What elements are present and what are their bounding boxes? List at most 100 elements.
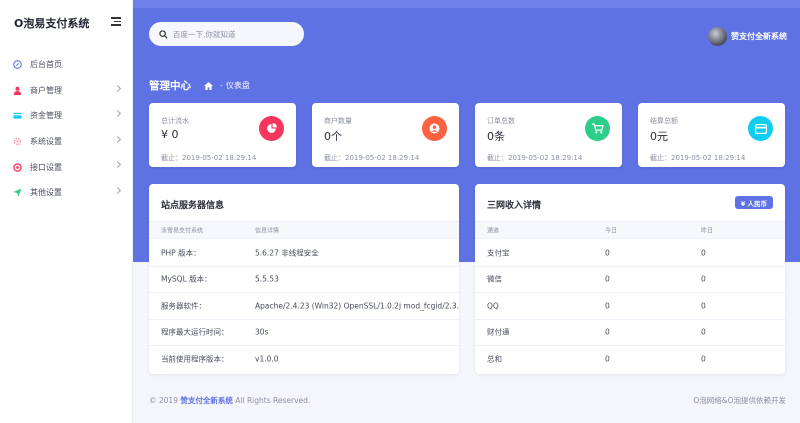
table-row: 支付宝 0 0: [475, 240, 785, 267]
server-header-col-2: 信息详情: [255, 227, 280, 235]
table-row: 程序最大运行时间： 30s: [149, 320, 459, 346]
stat-label: 商户数量: [324, 117, 352, 125]
stat-value: 0元: [650, 130, 668, 143]
server-info-value: 30s: [255, 327, 269, 337]
stat-value: ¥ 0: [161, 128, 179, 141]
breadcrumb: - 仪表盘: [204, 80, 250, 91]
income-channel: 支付宝: [487, 248, 510, 258]
server-info-value: Apache/2.4.23 (Win32) OpenSSL/1.0.2j mod…: [255, 301, 459, 311]
stat-label: 总计流水: [161, 117, 189, 125]
breadcrumb-current: 仪表盘: [225, 81, 250, 90]
income-header-channel: 通道: [487, 227, 500, 235]
income-header-today: 今日: [605, 227, 618, 235]
wallet-icon: [748, 116, 773, 141]
chevron-right-icon: [113, 186, 122, 195]
search-icon: [159, 29, 168, 39]
income-header-yesterday: 昨日: [701, 227, 714, 235]
income-today: 0: [605, 354, 610, 364]
stat-timestamp: 截止：2019-05-02 18:29:14: [487, 154, 583, 162]
income-today: 0: [605, 301, 610, 311]
server-info-title: 站点服务器信息: [161, 201, 225, 211]
table-row: 总和 0 0: [475, 346, 785, 373]
sidebar-item-label: 后台首页: [30, 60, 62, 70]
stat-timestamp: 截止：2019-05-02 18:29:14: [324, 154, 420, 162]
table-row: PHP 版本： 5.6.27 非线程安全: [149, 240, 459, 267]
user-menu[interactable]: 赞支付全新系统: [708, 27, 787, 46]
gear-icon: [13, 137, 22, 146]
sidebar-item-label: 资金管理: [30, 111, 62, 121]
sidebar-item-user[interactable]: 商户管理: [0, 78, 133, 104]
send-icon: [13, 188, 22, 197]
stat-label: 订单总数: [487, 117, 515, 125]
table-row: 微信 0 0: [475, 267, 785, 293]
server-info-key: 程序最大运行时间：: [161, 327, 229, 337]
footer-brand-link[interactable]: 赞支付全新系统: [180, 396, 233, 405]
menu-toggle-icon[interactable]: [111, 17, 121, 26]
server-info-key: MySQL 版本：: [161, 274, 212, 284]
table-row: 服务器软件： Apache/2.4.23 (Win32) OpenSSL/1.0.…: [149, 293, 459, 320]
server-table-header: 泳雪易支付系统 信息详情: [149, 221, 459, 239]
chevron-right-icon: [113, 135, 122, 143]
sidebar-item-label: 其他设置: [30, 188, 62, 198]
income-yesterday: 0: [701, 301, 706, 311]
compass-icon: [13, 60, 22, 70]
chevron-right-icon: [113, 84, 122, 92]
footer-copyright-prefix: © 2019: [149, 396, 178, 405]
income-panel: 三网收入详情 ¥ 人民币 通道 今日 昨日 支付宝 0 0 微信 0 0 QQ 0 0 财付通 0 0…: [475, 184, 785, 374]
stat-card: 总计流水 ¥ 0 截止：2019-05-02 18:29:14: [149, 103, 296, 167]
pie-chart-icon: [259, 116, 284, 141]
server-info-key: PHP 版本：: [161, 248, 201, 258]
stat-timestamp: 截止：2019-05-02 18:29:14: [650, 154, 746, 162]
search-input[interactable]: [173, 29, 293, 39]
cart-icon: [585, 116, 610, 141]
home-icon[interactable]: [204, 81, 213, 90]
user-icon: [13, 86, 22, 95]
sidebar-nav: 后台首页商户管理资金管理系统设置 接口设置其他设置: [0, 52, 133, 206]
income-title: 三网收入详情: [487, 201, 542, 211]
income-yesterday: 0: [701, 327, 706, 337]
income-table-header: 通道 今日 昨日: [475, 221, 785, 239]
income-yesterday: 0: [701, 248, 706, 258]
server-info-panel: 站点服务器信息 泳雪易支付系统 信息详情 PHP 版本： 5.6.27 非线程安全…: [149, 184, 459, 374]
sidebar-item-card[interactable]: 资金管理: [0, 103, 133, 129]
chevron-right-icon: [113, 110, 122, 118]
income-channel: 微信: [487, 274, 502, 284]
plug-icon: [13, 162, 22, 172]
stat-value: 0条: [487, 130, 505, 143]
income-yesterday: 0: [701, 354, 706, 364]
income-channel: QQ: [487, 301, 499, 311]
sidebar: O泡易支付系统 后台首页 商户管理 资金管理 系统设置 接口设置 其他设置: [0, 0, 133, 423]
table-row: QQ 0 0: [475, 293, 785, 320]
currency-rmb-button[interactable]: ¥ 人民币: [734, 196, 773, 209]
table-row: MySQL 版本： 5.5.53: [149, 267, 459, 293]
income-today: 0: [605, 327, 610, 337]
search-box[interactable]: [149, 22, 304, 46]
header-top-stripe: [133, 0, 800, 8]
income-channel: 财付通: [487, 327, 510, 337]
sidebar-item-gear[interactable]: 系统设置: [0, 129, 133, 155]
footer-copyright-suffix: All Rights Reserved.: [235, 396, 311, 405]
avatar[interactable]: [708, 27, 727, 46]
income-yesterday: 0: [701, 274, 706, 284]
stat-label: 结算总额: [650, 117, 678, 125]
stat-timestamp: 截止：2019-05-02 18:29:14: [161, 154, 257, 162]
server-info-value: 5.6.27 非线程安全: [255, 248, 319, 258]
card-icon: [13, 111, 22, 120]
chevron-right-icon: [113, 161, 122, 169]
server-info-key: 服务器软件：: [161, 301, 206, 311]
server-info-key: 当前使用程序版本：: [161, 354, 229, 364]
sidebar-item-plug[interactable]: 接口设置: [0, 154, 133, 180]
server-info-value: v1.0.0: [255, 354, 279, 364]
table-row: 当前使用程序版本： v1.0.0: [149, 346, 459, 373]
sidebar-item-send[interactable]: 其他设置: [0, 180, 133, 206]
server-header-col-1: 泳雪易支付系统: [161, 227, 204, 235]
income-today: 0: [605, 274, 610, 284]
page-title: 管理中心: [149, 80, 191, 92]
user-name[interactable]: 赞支付全新系统: [731, 31, 787, 42]
stat-card: 结算总额 0元截止：2019-05-02 18:29:14: [638, 103, 785, 167]
sidebar-item-compass[interactable]: 后台首页: [0, 52, 133, 78]
footer-credit: O泡网络&O泡提供依赖开发: [693, 396, 786, 405]
breadcrumb-separator: -: [220, 81, 223, 90]
footer-copyright: © 2019 赞支付全新系统 All Rights Reserved.: [149, 395, 310, 406]
sidebar-item-label: 商户管理: [30, 85, 62, 95]
